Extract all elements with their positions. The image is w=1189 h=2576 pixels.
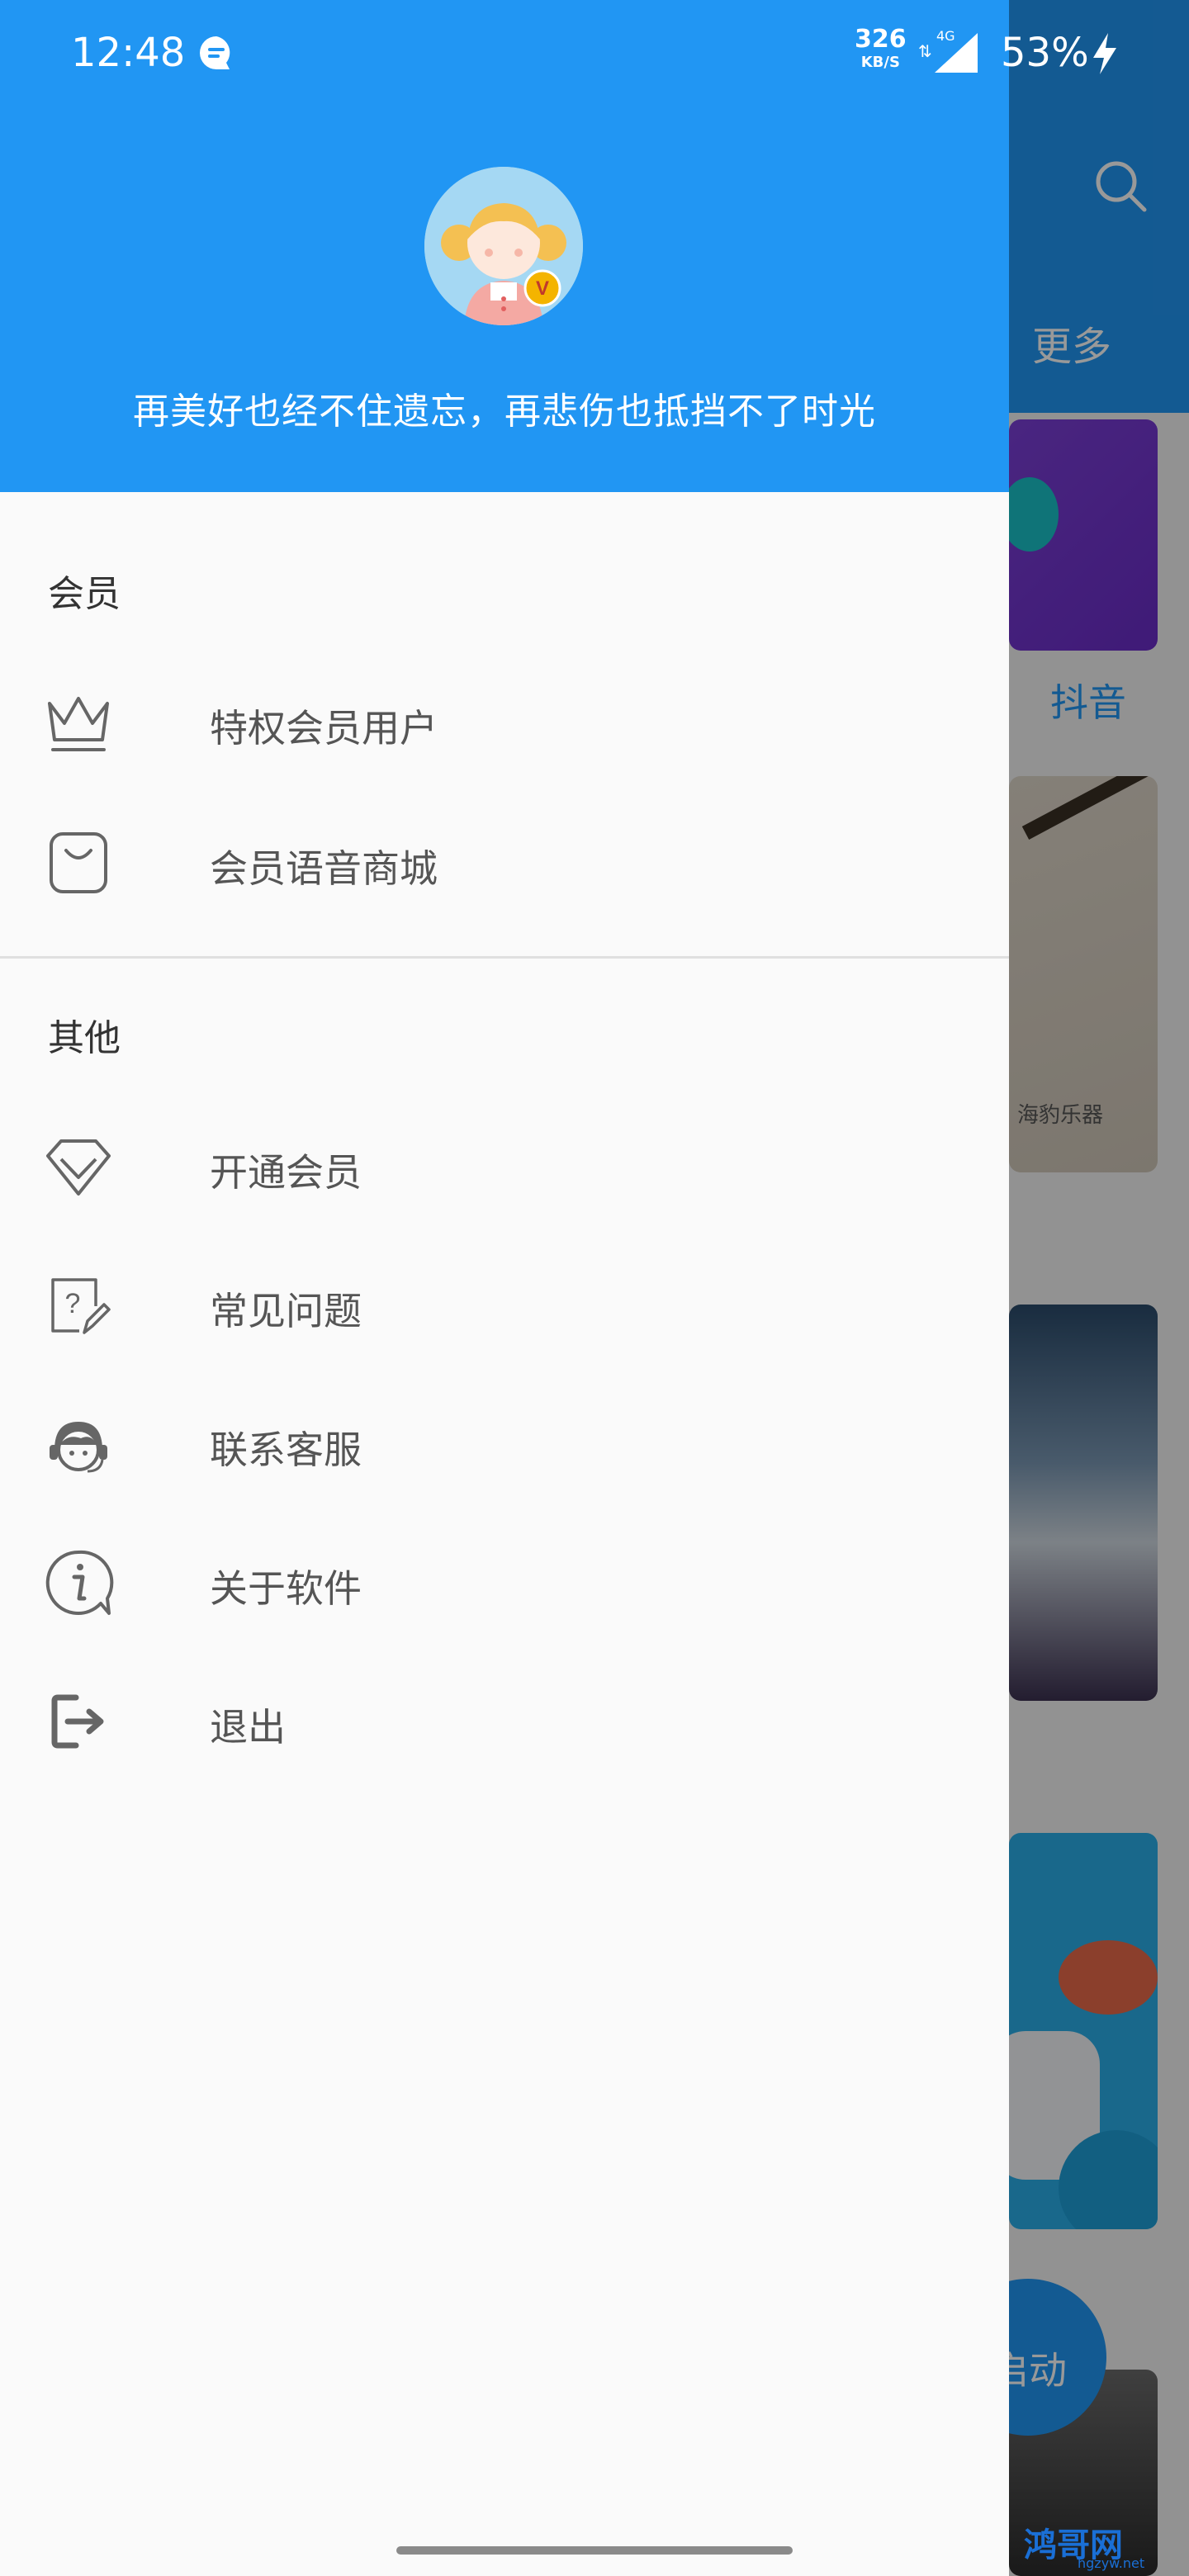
crown-icon: [48, 697, 109, 751]
svg-text:?: ?: [65, 1288, 81, 1319]
menu-label: 常见问题: [210, 1289, 362, 1333]
status-time: 12:48: [71, 30, 186, 76]
watermark-url: hgzyw.net: [1078, 2555, 1145, 2571]
svg-text:V: V: [536, 277, 549, 300]
menu-item-about[interactable]: 关于软件: [0, 1518, 1009, 1650]
menu-label: 联系客服: [210, 1428, 362, 1472]
customer-service-icon: [50, 1422, 107, 1473]
menu-label: 开通会员: [210, 1150, 362, 1195]
network-speed: 326 KB/S: [855, 25, 907, 74]
network-speed-unit: KB/S: [860, 54, 900, 71]
menu-label: 特权会员用户: [210, 706, 438, 751]
navigation-drawer: V 再美好也经不住遗忘，再悲伤也抵挡不了时光 会员 特权会员用户 会员语音商城 …: [0, 0, 1009, 2576]
vip-badge-icon: V: [523, 269, 561, 307]
menu-item-customer-service[interactable]: 联系客服: [0, 1379, 1009, 1511]
section-title-other: 其他: [48, 1017, 121, 1059]
menu-item-logout[interactable]: 退出: [0, 1656, 1009, 1788]
logout-icon: [51, 1694, 104, 1749]
gesture-nav-handle[interactable]: [396, 2546, 793, 2555]
menu-label: 退出: [210, 1705, 286, 1750]
menu-item-voice-store[interactable]: 会员语音商城: [0, 798, 1009, 930]
network-speed-value: 326: [855, 25, 907, 54]
message-notification-icon: [200, 36, 230, 69]
network-type: 4G: [936, 28, 955, 44]
diamond-icon: [46, 1139, 111, 1196]
info-icon: [45, 1550, 114, 1615]
question-edit-icon: ?: [51, 1278, 111, 1334]
menu-label: 会员语音商城: [210, 846, 438, 891]
charging-icon: [1093, 33, 1116, 74]
user-motto: 再美好也经不住遗忘，再悲伤也抵挡不了时光: [133, 391, 876, 433]
menu-item-faq[interactable]: ? 常见问题: [0, 1240, 1009, 1372]
section-title-member: 会员: [48, 573, 121, 615]
status-bar: 12:48 326 KB/S ⇅ 4G 53%: [0, 0, 1189, 107]
shopping-bag-icon: [50, 832, 107, 893]
menu-label: 关于软件: [210, 1566, 362, 1611]
data-arrows-icon: ⇅: [918, 41, 932, 61]
section-divider: [0, 956, 1009, 959]
battery-percent: 53%: [1001, 30, 1089, 76]
menu-item-privileged-member[interactable]: 特权会员用户: [0, 657, 1009, 789]
menu-item-open-membership[interactable]: 开通会员: [0, 1101, 1009, 1234]
